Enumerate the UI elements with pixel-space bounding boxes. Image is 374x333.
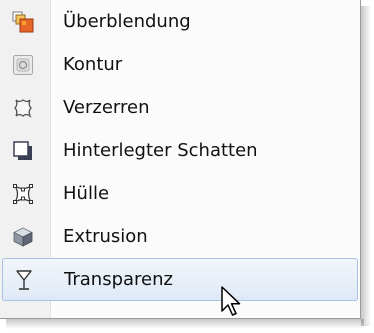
menu-item-huelle[interactable]: Hülle (0, 172, 360, 215)
menu-item-kontur[interactable]: Kontur (0, 43, 360, 86)
menu-shadow-right (361, 6, 371, 326)
effects-menu: Überblendung Kontur Verzerren Hinterlegt… (0, 0, 361, 319)
menu-item-label: Extrusion (63, 226, 148, 247)
menu-item-transparenz[interactable]: Transparenz (2, 258, 358, 301)
menu-item-label: Verzerren (63, 97, 150, 118)
drop-shadow-icon (12, 140, 34, 162)
menu-items: Überblendung Kontur Verzerren Hinterlegt… (0, 0, 360, 301)
menu-shadow-bottom (6, 319, 364, 329)
transparency-icon (13, 269, 35, 291)
menu-item-ueberblendung[interactable]: Überblendung (0, 0, 360, 43)
envelope-icon (12, 183, 34, 205)
distort-icon (12, 97, 34, 119)
menu-item-label: Überblendung (63, 11, 191, 32)
mouse-pointer-icon (221, 286, 241, 316)
menu-item-verzerren[interactable]: Verzerren (0, 86, 360, 129)
context-menu-wrapper: Überblendung Kontur Verzerren Hinterlegt… (0, 0, 374, 333)
blend-icon (12, 11, 34, 33)
menu-item-label: Hülle (63, 183, 110, 204)
menu-item-label: Kontur (63, 54, 123, 75)
contour-icon (12, 54, 34, 76)
extrude-icon (12, 226, 34, 248)
menu-item-label: Transparenz (64, 269, 173, 290)
menu-item-hinterlegter-schatten[interactable]: Hinterlegter Schatten (0, 129, 360, 172)
menu-item-extrusion[interactable]: Extrusion (0, 215, 360, 258)
menu-item-label: Hinterlegter Schatten (63, 140, 258, 161)
